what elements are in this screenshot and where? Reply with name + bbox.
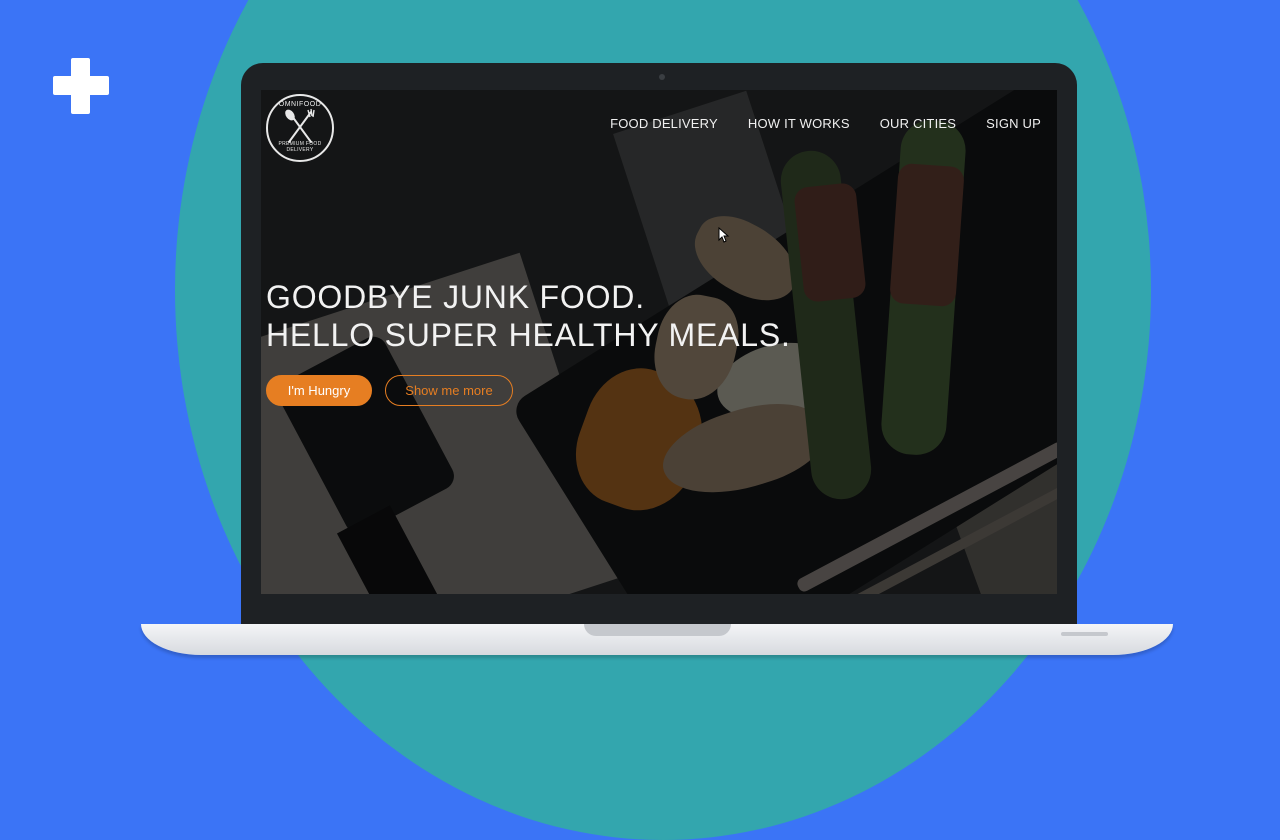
logo-bottom-text: PREMIUM FOOD DELIVERY	[278, 141, 322, 153]
cursor-icon	[718, 227, 730, 243]
nav-sign-up[interactable]: SIGN UP	[986, 116, 1041, 131]
hero-heading-line-1: GOODBYE JUNK FOOD.	[266, 279, 645, 315]
laptop-base-detail	[1061, 632, 1108, 636]
laptop-notch	[584, 624, 731, 636]
plus-icon	[53, 58, 109, 114]
main-nav: FOOD DELIVERY HOW IT WORKS OUR CITIES SI…	[610, 116, 1041, 131]
im-hungry-button[interactable]: I'm Hungry	[266, 375, 372, 406]
hero-buttons: I'm Hungry Show me more	[266, 375, 513, 406]
hero-heading-line-2: HELLO SUPER HEALTHY MEALS.	[266, 317, 791, 353]
site-logo[interactable]: OMNIFOOD PREMIUM FOOD DELIVERY	[266, 94, 334, 162]
show-me-more-button[interactable]: Show me more	[385, 375, 513, 406]
website-screen: OMNIFOOD PREMIUM FOOD DELIVERY FOOD DELI…	[261, 90, 1057, 594]
nav-food-delivery[interactable]: FOOD DELIVERY	[610, 116, 718, 131]
laptop-camera	[659, 74, 665, 80]
logo-top-text: OMNIFOOD	[278, 101, 322, 108]
hero-heading: GOODBYE JUNK FOOD. HELLO SUPER HEALTHY M…	[266, 278, 791, 354]
nav-how-it-works[interactable]: HOW IT WORKS	[748, 116, 850, 131]
nav-our-cities[interactable]: OUR CITIES	[880, 116, 956, 131]
